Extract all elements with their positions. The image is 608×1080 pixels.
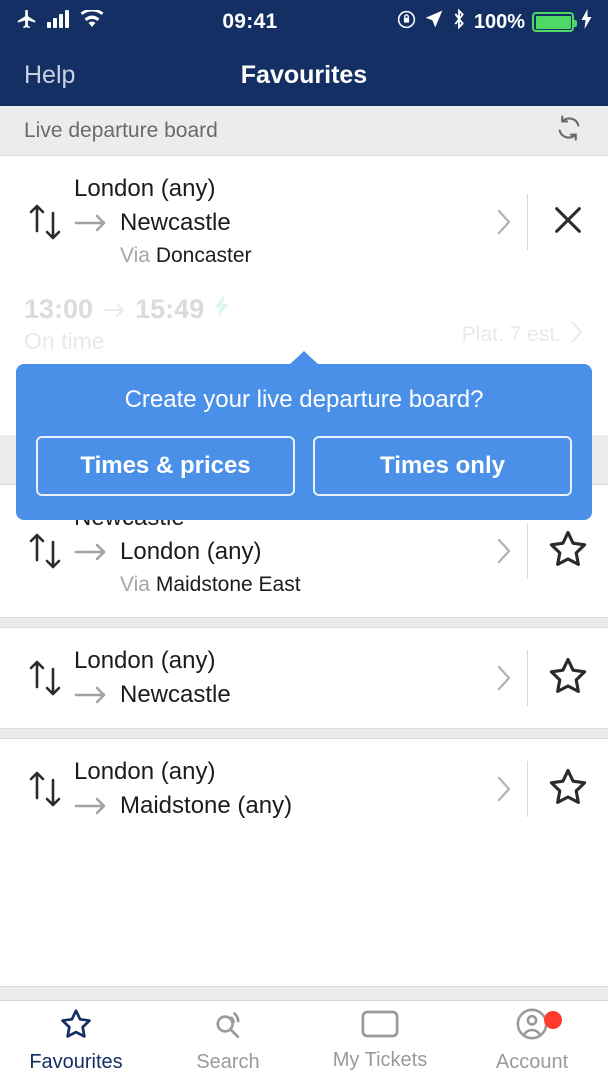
tab-label: Favourites (29, 1051, 123, 1073)
chevron-right-icon[interactable] (481, 663, 527, 693)
battery-percent-label: 100% (473, 10, 525, 33)
star-outline-icon[interactable] (547, 766, 589, 813)
status-bar-left (16, 8, 104, 36)
chevron-right-icon[interactable] (481, 774, 527, 804)
times-only-button[interactable]: Times only (313, 436, 572, 496)
account-circle-icon (515, 1007, 549, 1046)
location-arrow-icon (424, 9, 444, 35)
battery-full-icon (532, 12, 577, 32)
favourite-toggle-button[interactable] (528, 655, 608, 702)
status-bar-clock: 09:41 (222, 10, 278, 33)
tab-my-tickets[interactable]: My Tickets (304, 1001, 456, 1080)
refresh-icon[interactable] (554, 113, 584, 148)
times-and-prices-button[interactable]: Times & prices (36, 436, 295, 496)
journey-route: London (any) Newcastle (74, 644, 481, 712)
arrow-right-icon (103, 294, 125, 325)
star-outline-icon[interactable] (547, 655, 589, 702)
chevron-right-icon[interactable] (570, 320, 584, 350)
via-line: Via Doncaster (74, 240, 481, 272)
tab-label: Search (196, 1051, 260, 1073)
swap-vertical-icon[interactable] (16, 199, 74, 245)
destination-station: Maidstone (any) (120, 792, 293, 819)
arrival-time: 15:49 (135, 294, 205, 324)
list-bottom-separator (0, 986, 608, 1000)
favourite-toggle-button[interactable] (528, 528, 608, 575)
journey-route: London (any) Newcastle Via Doncaster (74, 172, 481, 272)
tab-favourites[interactable]: Favourites (0, 1001, 152, 1080)
help-button[interactable]: Help (24, 61, 75, 90)
app-screen: 09:41 100% Help Favourites Live departur… (0, 0, 608, 1080)
live-departure-board-header: Live departure board (0, 106, 608, 156)
origin-station: London (any) (74, 758, 216, 785)
recent-search-row[interactable]: London (any) Maidstone (any) (0, 739, 608, 839)
ticket-icon (361, 1009, 399, 1044)
airplane-icon (16, 8, 38, 36)
star-outline-icon[interactable] (547, 528, 589, 575)
chevron-right-icon[interactable] (481, 536, 527, 566)
star-outline-icon (59, 1007, 93, 1046)
live-board-tooltip: Create your live departure board? Times … (16, 364, 592, 520)
via-station: Doncaster (155, 244, 252, 267)
status-bar: 09:41 100% (0, 0, 608, 44)
via-station: Maidstone East (155, 573, 301, 596)
page-title: Favourites (240, 60, 368, 89)
via-label: Via (120, 573, 150, 596)
status-bar-right: 100% (396, 8, 592, 36)
destination-station: Newcastle (120, 209, 231, 236)
swap-vertical-icon[interactable] (16, 655, 74, 701)
tab-account[interactable]: Account (456, 1001, 608, 1080)
search-signal-icon (211, 1007, 245, 1046)
destination-station: Newcastle (120, 681, 231, 708)
origin-station: London (any) (74, 647, 216, 674)
arrow-right-icon (74, 213, 120, 233)
destination-station: London (any) (120, 538, 262, 565)
service-status: On time (24, 328, 105, 354)
remove-live-board-button[interactable] (528, 203, 608, 242)
tooltip-title: Create your live departure board? (124, 386, 484, 413)
rotation-lock-icon (396, 9, 417, 36)
tooltip-actions: Times & prices Times only (36, 436, 572, 496)
tab-bar: Favourites Search My Tickets Account (0, 1000, 608, 1080)
recent-search-row[interactable]: London (any) Newcastle (0, 628, 608, 728)
via-label: Via (120, 244, 150, 267)
swap-vertical-icon[interactable] (16, 766, 74, 812)
origin-station: London (any) (74, 175, 216, 202)
via-line: Via Maidstone East (74, 569, 481, 601)
account-notification-badge (544, 1011, 562, 1029)
arrow-right-icon (74, 685, 120, 705)
wifi-icon (80, 8, 104, 34)
navigation-bar: Help Favourites (0, 44, 608, 106)
platform-label: Plat. 7 est. (461, 323, 561, 346)
departure-time: 13:00 (24, 294, 94, 324)
arrow-right-icon (74, 796, 120, 816)
swap-vertical-icon[interactable] (16, 528, 74, 574)
charging-bolt-icon (581, 9, 592, 35)
section-title: Live departure board (24, 118, 218, 142)
row-separator (0, 728, 608, 739)
bluetooth-icon (451, 8, 467, 36)
live-board-journey-row[interactable]: London (any) Newcastle Via Doncaster (0, 156, 608, 288)
chevron-right-icon[interactable] (481, 207, 527, 237)
tab-search[interactable]: Search (152, 1001, 304, 1080)
tab-label: My Tickets (332, 1049, 428, 1071)
tab-label: Account (495, 1051, 569, 1073)
signal-bars-icon (47, 10, 71, 34)
journey-route: London (any) Maidstone (any) (74, 755, 481, 823)
row-separator (0, 617, 608, 628)
departure-times: 13:00 15:49 On time (24, 294, 462, 355)
arrow-right-icon (74, 542, 120, 562)
favourite-toggle-button[interactable] (528, 766, 608, 813)
platform-info[interactable]: Plat. 7 est. (462, 320, 584, 350)
lightning-bolt-icon (214, 294, 230, 325)
close-icon[interactable] (551, 203, 585, 242)
